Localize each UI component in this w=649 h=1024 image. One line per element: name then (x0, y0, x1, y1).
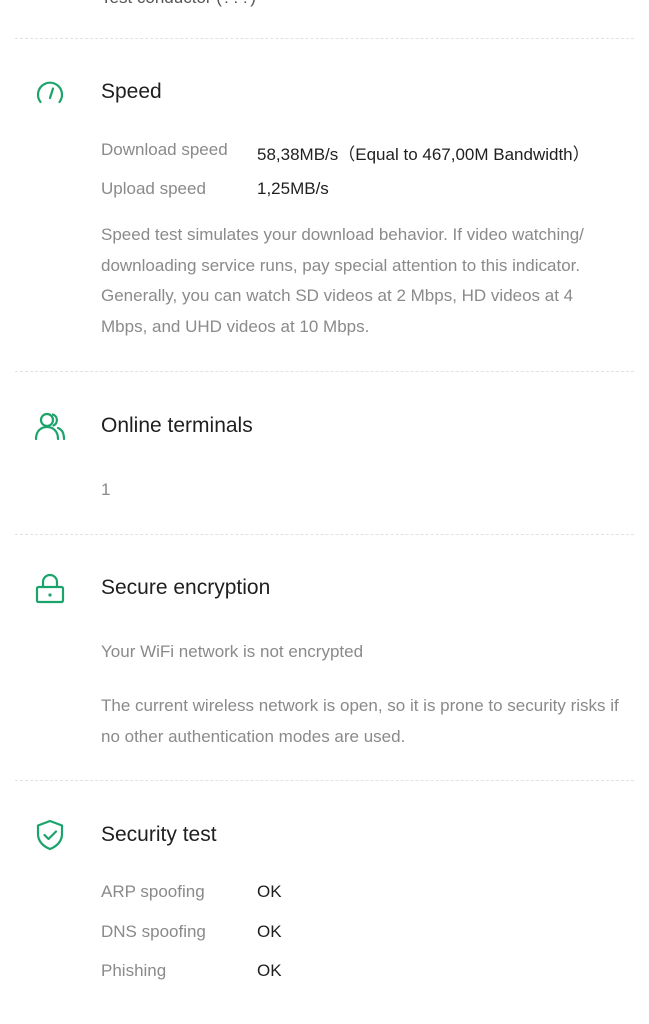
divider (15, 38, 634, 39)
top-cutoff-text: Test conductor (???) (101, 0, 256, 8)
users-icon (33, 409, 67, 443)
upload-speed-label: Upload speed (101, 179, 206, 198)
download-speed-label: Download speed (101, 140, 228, 159)
speed-title: Speed (101, 80, 162, 103)
dns-spoofing-status: OK (257, 922, 282, 941)
encryption-status: Your WiFi network is not encrypted (101, 642, 364, 661)
lock-icon (33, 572, 67, 606)
encryption-title: Secure encryption (101, 576, 271, 599)
shield-check-icon (33, 818, 67, 852)
phishing-status: OK (257, 961, 282, 980)
dns-spoofing-label: DNS spoofing (101, 922, 206, 941)
terminals-title: Online terminals (101, 414, 253, 437)
speedometer-icon (33, 76, 67, 110)
divider (15, 534, 634, 535)
encryption-description: The current wireless network is open, so… (101, 696, 619, 746)
download-speed-value: 58,38MB/s（Equal to 467,00M Bandwidth） (257, 145, 590, 164)
divider (15, 371, 634, 372)
divider (15, 780, 634, 781)
arp-spoofing-status: OK (257, 882, 282, 901)
terminals-count: 1 (101, 480, 111, 499)
security-title: Security test (101, 823, 217, 846)
arp-spoofing-label: ARP spoofing (101, 882, 205, 901)
speed-description: Speed test simulates your download behav… (101, 225, 584, 336)
phishing-label: Phishing (101, 961, 167, 980)
upload-speed-value: 1,25MB/s (257, 179, 329, 198)
